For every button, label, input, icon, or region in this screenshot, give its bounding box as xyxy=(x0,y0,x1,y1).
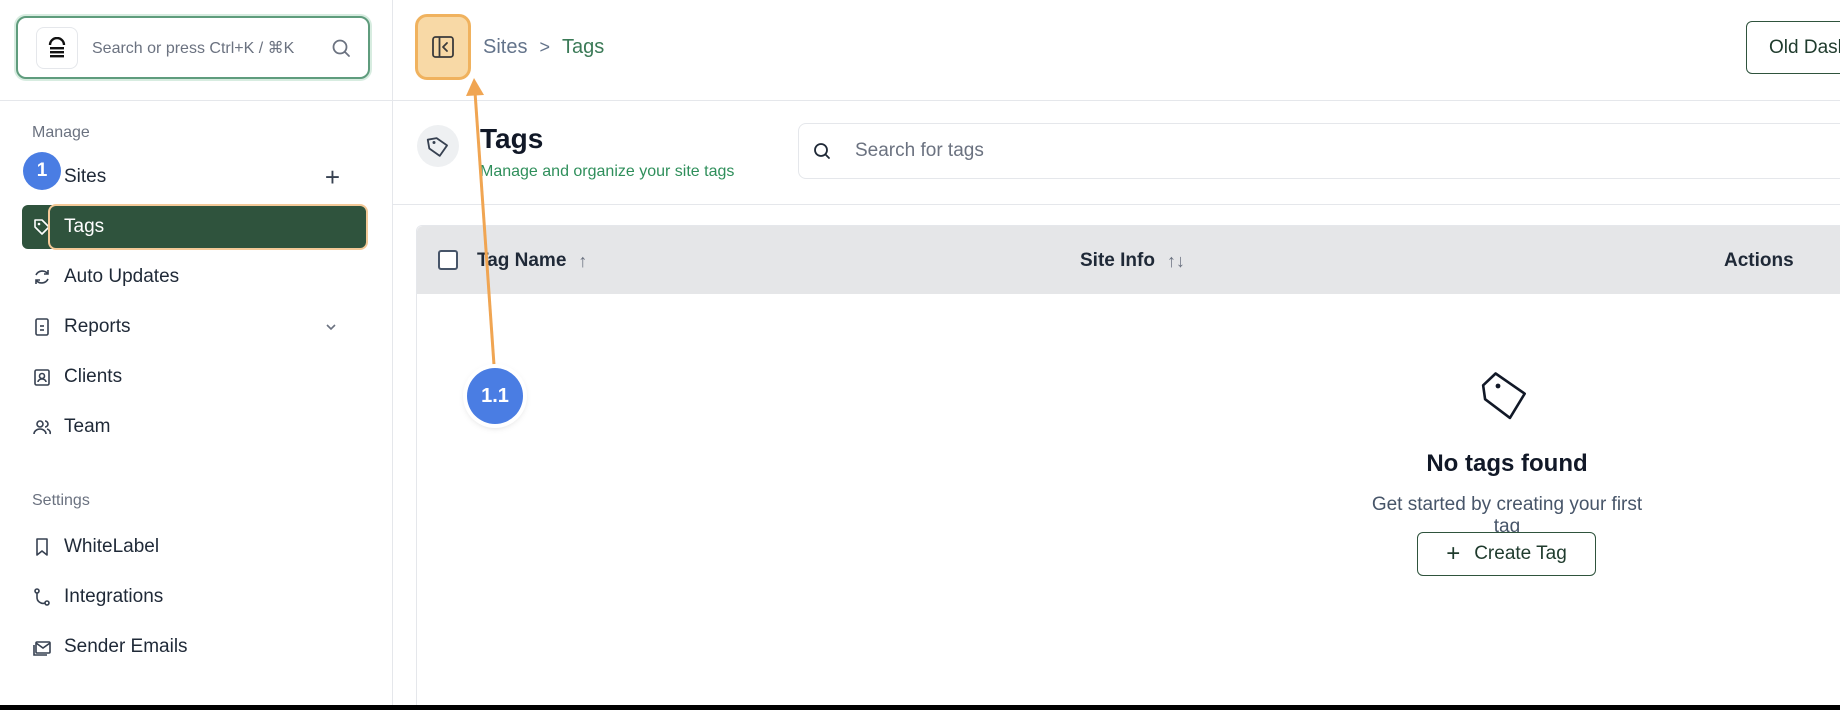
column-actions: Actions xyxy=(1724,250,1794,272)
sidebar-item-label: Clients xyxy=(64,366,123,387)
sidebar-item-label: Team xyxy=(64,416,111,437)
sidebar-item-whitelabel[interactable]: WhiteLabel xyxy=(22,525,366,569)
create-tag-label: Create Tag xyxy=(1474,543,1567,564)
users-icon xyxy=(32,417,52,437)
tag-search-input[interactable]: Search for tags xyxy=(798,123,1840,179)
tag-search-placeholder: Search for tags xyxy=(855,140,984,161)
table-header: Tag Name ↑ Site Info ↑↓ Actions xyxy=(417,226,1840,294)
breadcrumb-current: Tags xyxy=(561,36,605,58)
app-logo[interactable] xyxy=(36,26,78,69)
sort-asc-icon[interactable]: ↑ xyxy=(578,251,587,272)
sidebar-item-clients[interactable]: Clients xyxy=(22,355,366,399)
top-header: Sites > Tags Old Dashboard xyxy=(393,0,1840,101)
manage-section-title: Manage xyxy=(32,124,90,141)
select-all-checkbox[interactable] xyxy=(438,250,458,270)
sidebar-item-label: Integrations xyxy=(64,586,164,607)
global-search[interactable]: Search or press Ctrl+K / ⌘K xyxy=(16,16,370,79)
page-title: Tags xyxy=(480,123,544,154)
report-icon xyxy=(32,317,52,337)
page-subtitle: Manage and organize your site tags xyxy=(480,163,735,180)
empty-state: No tags found Get started by creating yo… xyxy=(417,294,1840,705)
column-site-info[interactable]: Site Info ↑↓ xyxy=(1080,250,1185,272)
plus-icon: + xyxy=(1446,540,1461,567)
client-icon xyxy=(32,367,52,387)
tag-icon xyxy=(1481,372,1526,420)
sidebar-item-auto-updates[interactable]: Auto Updates xyxy=(22,255,366,299)
sidebar: Search or press Ctrl+K / ⌘K Manage Sites… xyxy=(0,0,393,705)
empty-state-title: No tags found xyxy=(1426,450,1588,477)
main-content: Tags Manage and organize your site tags … xyxy=(393,101,1840,705)
add-site-button[interactable]: + xyxy=(325,164,340,190)
column-tag-name-label: Tag Name xyxy=(477,250,567,271)
old-dashboard-button[interactable]: Old Dashboard xyxy=(1746,21,1840,74)
tags-table: Tag Name ↑ Site Info ↑↓ Actions No tags … xyxy=(416,225,1840,705)
global-search-placeholder: Search or press Ctrl+K / ⌘K xyxy=(92,39,295,57)
sidebar-toggle-button[interactable] xyxy=(415,14,471,80)
create-tag-button[interactable]: + Create Tag xyxy=(1417,532,1596,576)
sidebar-item-label: Sender Emails xyxy=(64,636,188,657)
sidebar-item-label: Reports xyxy=(64,316,131,337)
sidebar-item-label: Sites xyxy=(64,166,107,187)
tag-icon xyxy=(32,217,52,237)
bookmark-icon xyxy=(32,537,52,557)
sidebar-item-label: WhiteLabel xyxy=(64,536,160,557)
sidebar-item-label: Auto Updates xyxy=(64,266,180,287)
column-tag-name[interactable]: Tag Name ↑ xyxy=(477,250,587,272)
breadcrumb-sites-link[interactable]: Sites xyxy=(483,36,527,59)
refresh-icon xyxy=(32,267,52,287)
step-badge-1: 1 xyxy=(23,152,61,190)
sort-both-icon[interactable]: ↑↓ xyxy=(1167,251,1185,272)
column-actions-label: Actions xyxy=(1724,250,1794,271)
column-site-info-label: Site Info xyxy=(1080,250,1155,271)
settings-section-title: Settings xyxy=(32,492,90,509)
chevron-down-icon[interactable] xyxy=(324,320,338,334)
logo-icon xyxy=(48,36,66,57)
page-header: Tags Manage and organize your site tags … xyxy=(393,101,1840,205)
breadcrumb-separator-icon: > xyxy=(539,37,550,57)
sidebar-item-sites[interactable]: Sites + xyxy=(22,155,366,199)
sidebar-item-sender-emails[interactable]: Sender Emails xyxy=(22,625,366,669)
sidebar-item-tags[interactable]: Tags xyxy=(22,205,366,249)
step-badge-1-1: 1.1 xyxy=(467,368,523,424)
breadcrumb: Sites > Tags xyxy=(483,36,604,59)
git-icon xyxy=(32,587,52,607)
tag-page-icon xyxy=(417,125,459,167)
sidebar-item-label: Tags xyxy=(64,216,105,237)
panel-collapse-icon xyxy=(432,36,454,58)
search-icon xyxy=(332,39,350,57)
sidebar-top: Search or press Ctrl+K / ⌘K xyxy=(0,0,393,101)
search-icon xyxy=(814,143,830,159)
sidebar-item-integrations[interactable]: Integrations xyxy=(22,575,366,619)
app-window: Search or press Ctrl+K / ⌘K Manage Sites… xyxy=(0,0,1840,705)
sidebar-item-reports[interactable]: Reports xyxy=(22,305,366,349)
sidebar-item-team[interactable]: Team xyxy=(22,405,366,449)
mail-icon xyxy=(32,637,52,657)
